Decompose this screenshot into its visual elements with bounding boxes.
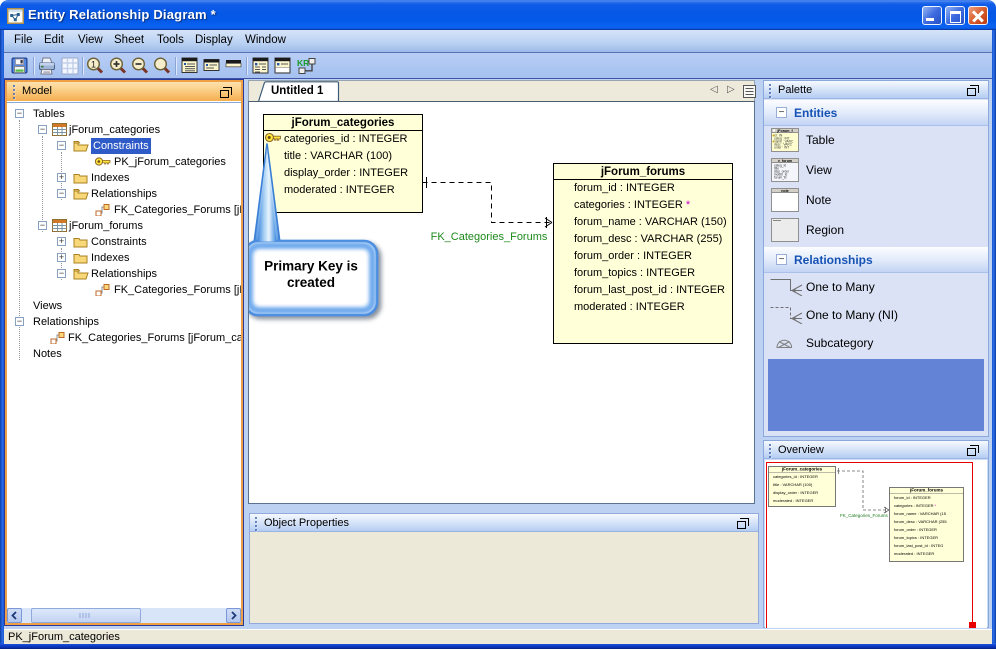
svg-text:KR: KR (297, 58, 309, 68)
svg-text:created: created (287, 275, 335, 290)
svg-text:Primary Key is: Primary Key is (264, 259, 358, 274)
svg-text:note: note (781, 189, 789, 193)
svg-text:forum_id: forum_id (774, 176, 787, 180)
svg-text:order : INT: order : INT (774, 146, 789, 150)
svg-text:1: 1 (91, 59, 96, 69)
svg-text:FK_Categories_Forums: FK_Categories_Forums (431, 231, 548, 243)
